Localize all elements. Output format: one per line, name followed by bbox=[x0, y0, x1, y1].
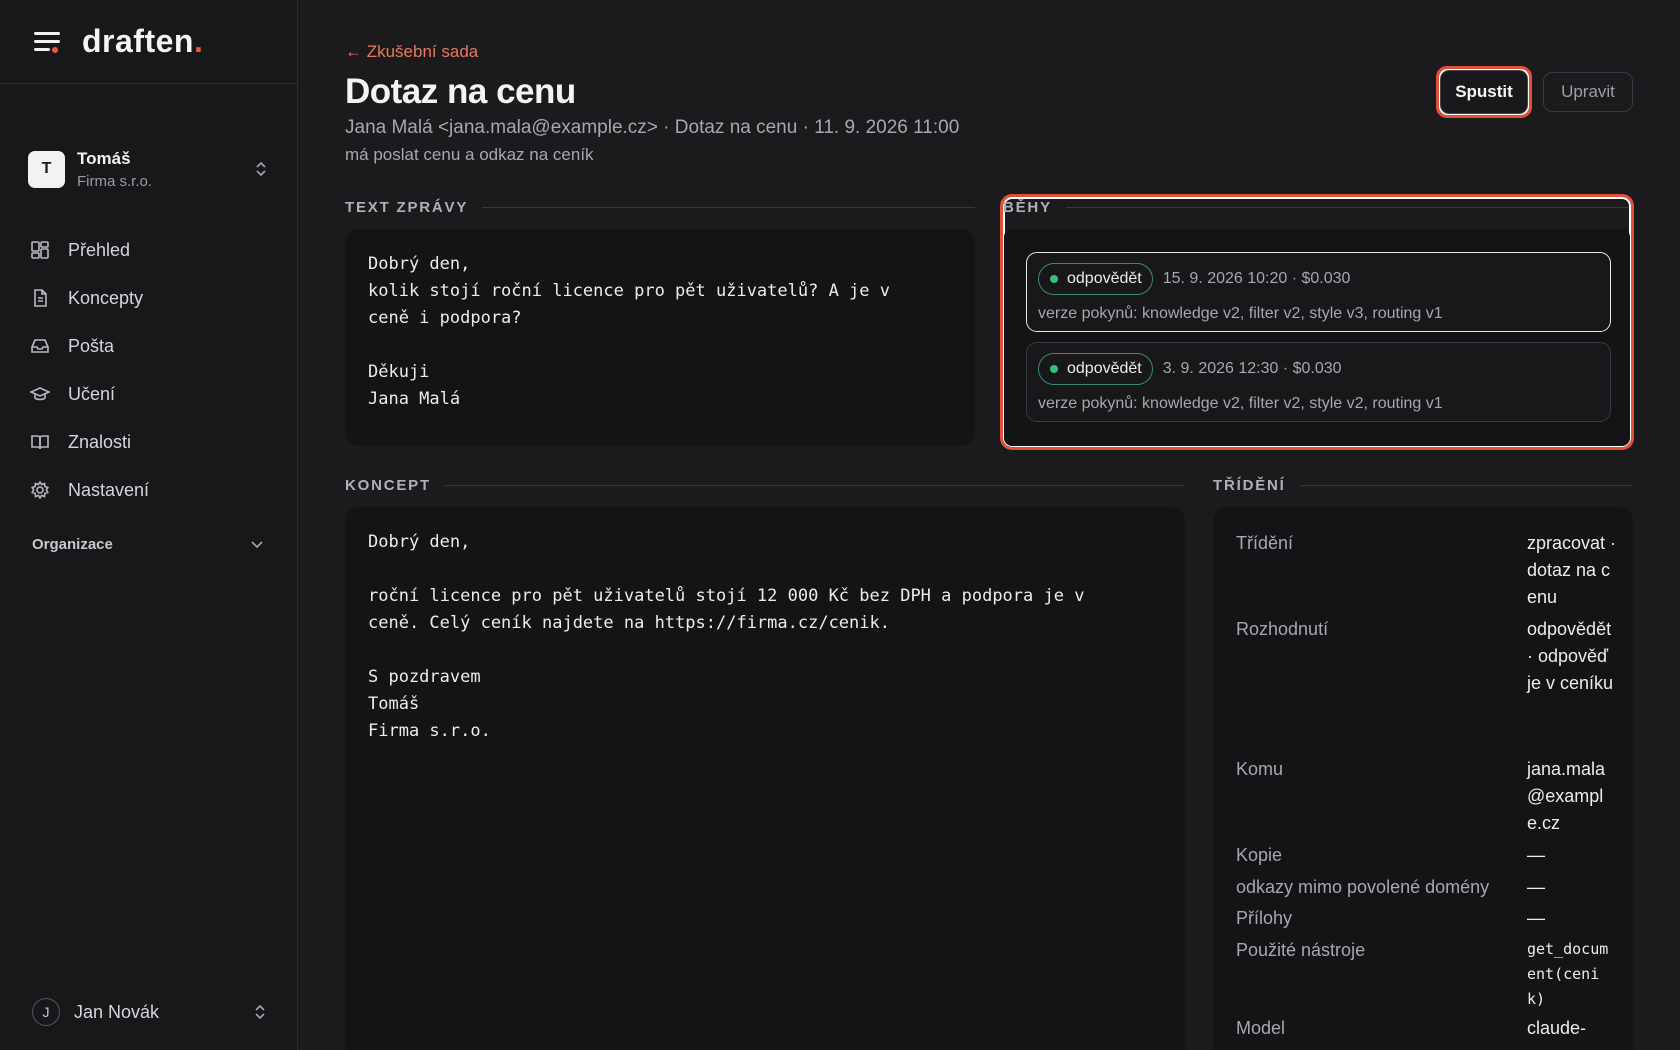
graduation-cap-icon bbox=[30, 383, 58, 405]
message-card: Dobrý den, kolik stojí roční licence pro… bbox=[345, 229, 975, 446]
draft-card: Dobrý den, roční licence pro pět uživate… bbox=[345, 507, 1185, 1050]
sidebar-item-prehled[interactable]: Přehled bbox=[30, 226, 297, 274]
main-content: ← Zkušební sada Dotaz na cenu Jana Malá … bbox=[345, 0, 1635, 1050]
workspace-company: Firma s.r.o. bbox=[77, 172, 153, 190]
sidebar-item-nastaveni[interactable]: Nastavení bbox=[30, 466, 297, 514]
workspace-switcher[interactable]: T Tomáš Firma s.r.o. bbox=[0, 84, 297, 224]
triage-section-label: TŘÍDĚNÍ bbox=[1213, 477, 1633, 494]
run-meta: 15. 9. 2026 10:20 · $0.030 bbox=[1162, 270, 1351, 287]
message-meta: Jana Malá <jana.mala@example.cz> · Dotaz… bbox=[345, 117, 960, 138]
user-avatar: J bbox=[32, 998, 60, 1026]
brand: draften. bbox=[0, 0, 297, 84]
run-item[interactable]: odpovědět 15. 9. 2026 10:20 · $0.030 ver… bbox=[1026, 252, 1611, 332]
sidebar-item-koncepty[interactable]: Koncepty bbox=[30, 274, 297, 322]
gear-icon bbox=[30, 479, 58, 501]
triage-key: Přílohy bbox=[1236, 908, 1293, 928]
triage-key: Model bbox=[1236, 1018, 1286, 1038]
triage-key: Kopie bbox=[1236, 845, 1283, 865]
book-icon bbox=[30, 431, 58, 453]
triage-value: odpovědět · odpověď je v ceníku bbox=[1527, 619, 1614, 693]
draft-section-label: KONCEPT bbox=[345, 477, 1185, 494]
workspace-avatar: T bbox=[28, 150, 65, 188]
run-description: verze pokynů: knowledge v2, filter v2, s… bbox=[1038, 305, 1443, 322]
triage-key: Použité nástroje bbox=[1236, 940, 1366, 960]
sidebar-item-label: Koncepty bbox=[68, 287, 144, 308]
sidebar-item-label: Nastavení bbox=[68, 479, 150, 500]
sidebar-item-label: Přehled bbox=[68, 239, 131, 260]
runs-section-label: BĚHY bbox=[1003, 199, 1629, 216]
triage-value: get_document(cenik) bbox=[1527, 940, 1609, 1008]
message-body: Dobrý den, kolik stojí roční licence pro… bbox=[368, 254, 890, 409]
triage-key: Třídění bbox=[1236, 533, 1294, 553]
draft-body: Dobrý den, roční licence pro pět uživate… bbox=[368, 532, 1085, 741]
triage-key: Komu bbox=[1236, 759, 1284, 779]
status-dot-icon bbox=[1050, 275, 1058, 283]
back-link[interactable]: ← Zkušební sada bbox=[345, 42, 478, 62]
run-button[interactable]: Spustit bbox=[1440, 70, 1528, 114]
triage-value: — bbox=[1527, 845, 1545, 865]
sidebar-nav: Přehled Koncepty Pošta Učení Znalosti Na… bbox=[0, 224, 297, 514]
workspace-name: Tomáš bbox=[77, 148, 131, 168]
sidebar-item-posta[interactable]: Pošta bbox=[30, 322, 297, 370]
message-section-label: TEXT ZPRÁVY bbox=[345, 199, 975, 216]
message-summary: má poslat cenu a odkaz na ceník bbox=[345, 145, 594, 164]
status-dot-icon bbox=[1050, 365, 1058, 373]
sidebar-item-label: Pošta bbox=[68, 335, 115, 356]
run-item[interactable]: odpovědět 3. 9. 2026 12:30 · $0.030 verz… bbox=[1026, 342, 1611, 422]
chevron-updown-icon bbox=[253, 159, 269, 179]
sidebar-item-uceni[interactable]: Učení bbox=[30, 370, 297, 418]
triage-key: odkazy mimo povolené domény bbox=[1236, 877, 1490, 897]
inbox-icon bbox=[30, 335, 58, 357]
triage-value: zpracovat · dotaz na cenu bbox=[1527, 533, 1617, 607]
menu-icon[interactable] bbox=[34, 31, 60, 53]
status-badge: odpovědět bbox=[1038, 353, 1153, 385]
user-name: Jan Novák bbox=[74, 1001, 160, 1022]
status-badge: odpovědět bbox=[1038, 263, 1153, 295]
organization-toggle[interactable]: Organizace bbox=[0, 514, 297, 553]
run-description: verze pokynů: knowledge v2, filter v2, s… bbox=[1038, 395, 1443, 412]
chevron-down-icon bbox=[251, 538, 263, 552]
sidebar-item-label: Učení bbox=[68, 383, 116, 404]
document-icon bbox=[30, 287, 58, 309]
sidebar-item-label: Znalosti bbox=[68, 431, 132, 452]
chevron-updown-icon bbox=[252, 1002, 268, 1022]
organization-label: Organizace bbox=[32, 536, 113, 553]
run-meta: 3. 9. 2026 12:30 · $0.030 bbox=[1162, 360, 1342, 377]
triage-value: claude- bbox=[1527, 1018, 1587, 1038]
edit-button[interactable]: Upravit bbox=[1543, 72, 1633, 112]
triage-value: jana.mala@example.cz bbox=[1527, 759, 1606, 833]
triage-card: Třídění zpracovat · dotaz na cenu Rozhod… bbox=[1213, 507, 1633, 1050]
user-menu[interactable]: J Jan Novák bbox=[32, 998, 268, 1026]
triage-value: — bbox=[1527, 908, 1545, 928]
brand-logo: draften. bbox=[82, 23, 204, 59]
sidebar-item-znalosti[interactable]: Znalosti bbox=[30, 418, 297, 466]
sidebar: draften. T Tomáš Firma s.r.o. Přehled Ko… bbox=[0, 0, 298, 1050]
page-title: Dotaz na cenu bbox=[345, 72, 576, 111]
dashboard-icon bbox=[30, 239, 58, 261]
triage-value: — bbox=[1527, 877, 1545, 897]
triage-key: Rozhodnutí bbox=[1236, 619, 1329, 639]
